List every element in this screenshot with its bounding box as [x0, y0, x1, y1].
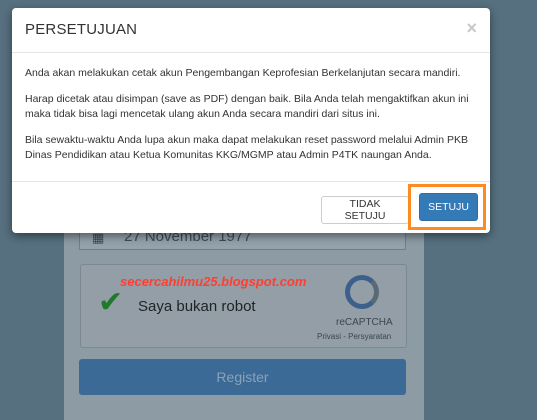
recaptcha-terms-link[interactable]: Privasi - Persyaratan	[317, 332, 391, 341]
modal-footer: TIDAK SETUJU SETUJU	[12, 181, 490, 234]
agreement-modal: PERSETUJUAN × Anda akan melakukan cetak …	[12, 8, 490, 233]
modal-body: Anda akan melakukan cetak akun Pengemban…	[25, 66, 480, 174]
recaptcha-name: reCAPTCHA	[336, 317, 393, 328]
modal-header: PERSETUJUAN ×	[12, 8, 490, 53]
checkmark-icon[interactable]: ✔	[98, 285, 123, 320]
disagree-button[interactable]: TIDAK SETUJU	[321, 196, 409, 224]
recaptcha-label: Saya bukan robot	[138, 298, 256, 315]
watermark-text: secercahilmu25.blogspot.com	[120, 274, 307, 289]
modal-title: PERSETUJUAN	[25, 21, 138, 38]
modal-paragraph: Bila sewaktu-waktu Anda lupa akun maka d…	[25, 134, 468, 161]
modal-paragraph: Harap dicetak atau disimpan (save as PDF…	[25, 93, 469, 120]
close-icon[interactable]: ×	[466, 18, 477, 39]
register-button[interactable]: Register	[79, 359, 406, 395]
agree-button[interactable]: SETUJU	[419, 193, 478, 221]
modal-paragraph: Anda akan melakukan cetak akun Pengemban…	[25, 67, 461, 79]
recaptcha-logo-icon	[345, 275, 379, 309]
